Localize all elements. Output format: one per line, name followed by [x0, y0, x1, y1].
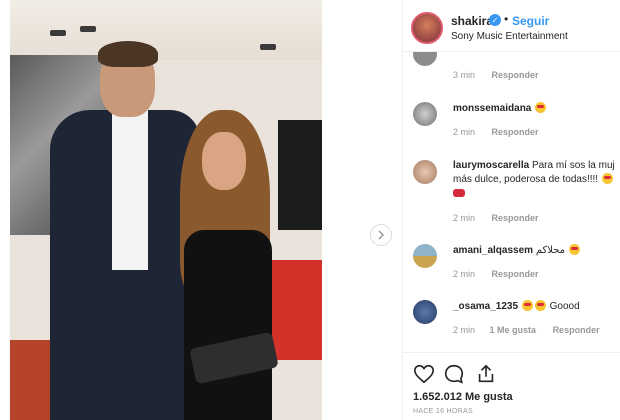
avatar[interactable] — [413, 160, 437, 184]
ceiling-light — [80, 26, 96, 32]
avatar[interactable] — [413, 244, 437, 268]
comment-body: Goood — [549, 301, 580, 312]
username-link[interactable]: shakira — [451, 14, 493, 28]
like-count[interactable]: 1.652.012 Me gusta — [413, 391, 513, 403]
comment-text: amani_alqassem محلاكم — [453, 244, 620, 258]
post-sidebar: shakira ✓ • Seguir Sony Music Entertainm… — [402, 0, 620, 420]
comment-username[interactable]: amani_alqassem — [453, 245, 533, 256]
comment-time: 2 min — [453, 269, 476, 279]
comment-time: 3 min — [453, 70, 476, 80]
comment-body: más dulce, poderosa de todas!!!! — [453, 174, 599, 185]
avatar[interactable] — [413, 300, 437, 324]
comments-list[interactable]: 3 min Responder monssemaidana 2 min Resp… — [403, 52, 620, 352]
lips-emoji-icon — [453, 189, 465, 197]
comment-meta: 2 min Responder — [453, 127, 539, 137]
comment-meta: 2 min Responder — [453, 269, 539, 279]
comment-body: محلاكم — [535, 245, 566, 256]
comment-bubble-icon[interactable] — [443, 363, 465, 385]
comment-username[interactable]: laurymoscarella — [453, 160, 529, 171]
heart-eyes-emoji-icon — [568, 244, 580, 255]
comment-meta: 2 min 1 Me gusta Responder — [453, 325, 600, 335]
comment-time: 2 min — [453, 325, 476, 335]
avatar[interactable] — [413, 102, 437, 126]
comment-time: 2 min — [453, 213, 476, 223]
location-link[interactable]: Sony Music Entertainment — [451, 31, 568, 42]
reply-button[interactable]: Responder — [492, 70, 539, 80]
post-header: shakira ✓ • Seguir Sony Music Entertainm… — [403, 0, 620, 52]
ceiling-light — [260, 44, 276, 50]
avatar[interactable] — [411, 12, 443, 44]
reply-button[interactable]: Responder — [492, 213, 539, 223]
comment-body: Para mí sos la muj — [531, 160, 615, 171]
follow-button[interactable]: Seguir — [512, 14, 549, 28]
heart-icon[interactable] — [413, 363, 435, 385]
comment-text-line2: más dulce, poderosa de todas!!!! — [453, 173, 620, 187]
photo-woman — [170, 110, 290, 420]
comment-text: laurymoscarella Para mí sos la muj — [453, 159, 620, 173]
heart-eyes-emoji-icon — [521, 300, 533, 311]
comment-text: _osama_1235 Goood — [453, 300, 620, 314]
post-photo[interactable] — [10, 0, 322, 420]
avatar[interactable] — [413, 52, 437, 66]
heart-eyes-emoji-icon — [535, 102, 547, 113]
post-media-area — [0, 0, 402, 420]
post-timestamp: HACE 16 HORAS — [413, 408, 473, 415]
comment-username[interactable]: _osama_1235 — [453, 301, 518, 312]
reply-button[interactable]: Responder — [553, 325, 600, 335]
heart-eyes-emoji-icon — [601, 173, 613, 184]
ceiling-light — [50, 30, 66, 36]
comment-text: monssemaidana — [453, 102, 620, 116]
comment-meta: 2 min Responder — [453, 213, 539, 223]
comment-time: 2 min — [453, 127, 476, 137]
separator-dot: • — [504, 12, 509, 26]
reply-button[interactable]: Responder — [492, 269, 539, 279]
share-icon[interactable] — [475, 363, 497, 385]
chevron-right-icon[interactable] — [370, 224, 392, 246]
comment-meta: 3 min Responder — [453, 70, 539, 80]
heart-eyes-emoji-icon — [534, 300, 546, 311]
comment-like-count[interactable]: 1 Me gusta — [490, 325, 537, 335]
reply-button[interactable]: Responder — [492, 127, 539, 137]
comment-text-line3 — [453, 187, 620, 201]
post-actions: 1.652.012 Me gusta HACE 16 HORAS — [403, 352, 620, 420]
verified-badge-icon: ✓ — [489, 14, 501, 26]
comment-username[interactable]: monssemaidana — [453, 103, 531, 114]
